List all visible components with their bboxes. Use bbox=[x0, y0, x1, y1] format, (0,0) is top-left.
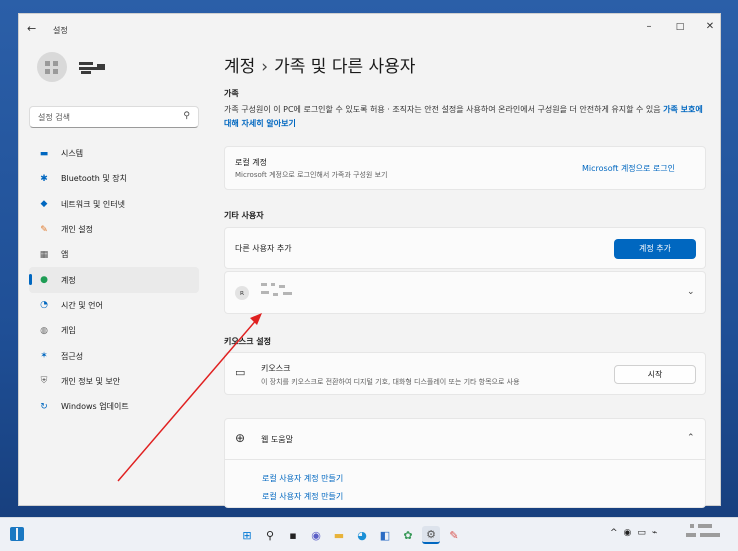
breadcrumb-current: 가족 및 다른 사용자 bbox=[274, 57, 416, 77]
local-account-desc: Microsoft 계정으로 로그인해서 가족과 구성원 보기 bbox=[235, 171, 388, 179]
kiosk-card: ▭ 키오스크 이 장치를 키오스크로 전환하여 디지털 기호, 대화형 디스플레… bbox=[224, 352, 706, 395]
user-profile[interactable] bbox=[37, 52, 127, 82]
page-title: 계정 › 가족 및 다른 사용자 bbox=[224, 52, 415, 77]
breadcrumb-parent[interactable]: 계정 bbox=[224, 57, 255, 77]
taskbar: ⊞ ⚲ ▪ ◉ ▬ ◕ ◧ ✿ ⚙ ✎ ^ ◉ ▭ ⌁ bbox=[0, 517, 738, 551]
sidebar-nav: ▬ 시스템 ✱ Bluetooth 및 장치 ◆ 네트워크 및 인터넷 ✎ 개인 설정 ▦ 앱 ● 계… bbox=[29, 141, 199, 419]
sidebar-item-label: 개인 설정 bbox=[61, 225, 93, 235]
sidebar-item-6[interactable]: ◔ 시간 및 언어 bbox=[29, 293, 199, 318]
sidebar-item-3[interactable]: ✎ 개인 설정 bbox=[29, 217, 199, 242]
task-view-icon[interactable]: ▪ bbox=[284, 526, 302, 544]
divider bbox=[225, 459, 705, 460]
system-tray: ^ ◉ ▭ ⌁ bbox=[610, 528, 663, 538]
file-explorer-icon[interactable]: ▬ bbox=[330, 526, 348, 544]
sidebar-item-label: 게임 bbox=[61, 326, 76, 336]
search-box[interactable]: 설정 검색 ⚲ bbox=[29, 106, 199, 128]
search-icon[interactable]: ⚲ bbox=[261, 526, 279, 544]
sidebar-item-label: 개인 정보 및 보안 bbox=[61, 376, 121, 386]
window-title: 설정 bbox=[53, 26, 68, 35]
profile-name-redacted bbox=[79, 62, 109, 74]
microsoft-signin-link[interactable]: Microsoft 계정으로 로그인 bbox=[582, 163, 675, 174]
sidebar-item-label: 접근성 bbox=[61, 351, 84, 361]
sidebar-item-5[interactable]: ● 계정 bbox=[29, 267, 199, 293]
search-input[interactable]: 설정 검색 bbox=[38, 112, 70, 123]
local-account-title: 로컬 계정 bbox=[235, 158, 267, 167]
sidebar-item-label: 앱 bbox=[61, 250, 69, 260]
sidebar-item-label: 시간 및 언어 bbox=[61, 300, 103, 310]
maximize-button[interactable]: □ bbox=[670, 22, 690, 32]
help-link-create-local-account[interactable]: 로컬 사용자 계정 만들기 bbox=[262, 473, 343, 484]
kiosk-icon: ▭ bbox=[235, 366, 246, 379]
photos-icon[interactable]: ✿ bbox=[399, 526, 417, 544]
user-name-redacted bbox=[261, 283, 297, 301]
chat-icon[interactable]: ◉ bbox=[307, 526, 325, 544]
title-bar: ← 설정 – □ ✕ bbox=[19, 14, 720, 44]
paint-icon[interactable]: ✎ bbox=[445, 526, 463, 544]
sidebar-item-0[interactable]: ▬ 시스템 bbox=[29, 141, 199, 166]
clock-redacted[interactable] bbox=[686, 523, 726, 543]
settings-window: ← 설정 – □ ✕ 설정 검색 ⚲ ▬ 시스템 ✱ Bluetooth 및 장치 ◆ 네… bbox=[18, 13, 721, 508]
wifi-icon: ◆ bbox=[40, 199, 48, 210]
volume-icon[interactable]: ⌁ bbox=[652, 528, 657, 538]
monitor-icon: ▬ bbox=[39, 148, 49, 159]
brush-icon: ✎ bbox=[40, 224, 48, 235]
gamepad-icon: ◍ bbox=[40, 325, 48, 336]
sidebar-item-label: Windows 업데이트 bbox=[61, 402, 129, 412]
other-users-heading: 기타 사용자 bbox=[224, 211, 264, 220]
breadcrumb-separator: › bbox=[261, 57, 269, 77]
sidebar-item-label: 네트워크 및 인터넷 bbox=[61, 199, 125, 209]
add-account-button[interactable]: 계정 추가 bbox=[614, 239, 696, 259]
sidebar-item-7[interactable]: ◍ 게임 bbox=[29, 318, 199, 343]
sidebar-item-1[interactable]: ✱ Bluetooth 및 장치 bbox=[29, 166, 199, 191]
bluetooth-icon: ✱ bbox=[40, 173, 48, 184]
sidebar-item-9[interactable]: ⛨ 개인 정보 및 보안 bbox=[29, 369, 199, 394]
network-status-icon[interactable]: ◉ bbox=[624, 528, 632, 538]
add-user-label: 다른 사용자 추가 bbox=[235, 244, 292, 253]
globe-icon: ⊕ bbox=[235, 431, 246, 445]
web-help-title: 웹 도움말 bbox=[261, 435, 293, 444]
sidebar-item-label: 계정 bbox=[61, 275, 76, 285]
start-icon[interactable]: ⊞ bbox=[238, 526, 256, 544]
widgets-icon[interactable] bbox=[10, 527, 24, 541]
back-button[interactable]: ← bbox=[27, 22, 36, 35]
collapse-chevron-icon[interactable]: ⌃ bbox=[687, 433, 695, 443]
local-account-card: 로컬 계정 Microsoft 계정으로 로그인해서 가족과 구성원 보기 Mi… bbox=[224, 146, 706, 190]
show-hidden-icons-icon[interactable]: ^ bbox=[610, 528, 618, 538]
taskbar-apps: ⊞ ⚲ ▪ ◉ ▬ ◕ ◧ ✿ ⚙ ✎ bbox=[238, 526, 468, 544]
person-icon: ● bbox=[40, 275, 48, 286]
add-user-card: 다른 사용자 추가 계정 추가 bbox=[224, 227, 706, 269]
close-button[interactable]: ✕ bbox=[700, 21, 720, 32]
kiosk-title: 키오스크 bbox=[261, 364, 291, 373]
edge-icon[interactable]: ◕ bbox=[353, 526, 371, 544]
help-link-create-local-account-2[interactable]: 로컬 사용자 계정 만들기 bbox=[262, 491, 343, 502]
kiosk-heading: 키오스크 설정 bbox=[224, 337, 271, 346]
update-icon: ↻ bbox=[40, 401, 48, 412]
sidebar-item-2[interactable]: ◆ 네트워크 및 인터넷 bbox=[29, 192, 199, 217]
family-description: 가족 구성원이 이 PC에 로그인할 수 있도록 허용 · 조직자는 안전 설정… bbox=[224, 103, 706, 131]
display-icon[interactable]: ▭ bbox=[637, 528, 646, 538]
avatar bbox=[37, 52, 67, 82]
expand-chevron-icon[interactable]: ⌄ bbox=[687, 287, 695, 297]
family-desc-text: 가족 구성원이 이 PC에 로그인할 수 있도록 허용 · 조직자는 안전 설정… bbox=[224, 105, 661, 114]
person-icon: ʀ bbox=[235, 286, 249, 300]
settings-icon[interactable]: ⚙ bbox=[422, 526, 440, 544]
kiosk-start-button[interactable]: 시작 bbox=[614, 365, 696, 384]
store-icon[interactable]: ◧ bbox=[376, 526, 394, 544]
sidebar-item-label: Bluetooth 및 장치 bbox=[61, 174, 128, 184]
minimize-button[interactable]: – bbox=[639, 21, 659, 32]
accessibility-icon: ✶ bbox=[40, 351, 48, 362]
sidebar-item-8[interactable]: ✶ 접근성 bbox=[29, 343, 199, 368]
search-icon[interactable]: ⚲ bbox=[183, 111, 190, 121]
globe-clock-icon: ◔ bbox=[40, 300, 48, 311]
user-entry-card[interactable]: ʀ ⌄ bbox=[224, 271, 706, 314]
kiosk-desc: 이 장치를 키오스크로 전환하여 디지털 기호, 대화형 디스플레이 또는 기타… bbox=[261, 378, 520, 386]
sidebar-item-4[interactable]: ▦ 앱 bbox=[29, 242, 199, 267]
sidebar-item-label: 시스템 bbox=[61, 149, 84, 159]
family-heading: 가족 bbox=[224, 89, 239, 98]
apps-icon: ▦ bbox=[39, 249, 49, 260]
shield-icon: ⛨ bbox=[40, 376, 48, 387]
sidebar-item-10[interactable]: ↻ Windows 업데이트 bbox=[29, 394, 199, 419]
